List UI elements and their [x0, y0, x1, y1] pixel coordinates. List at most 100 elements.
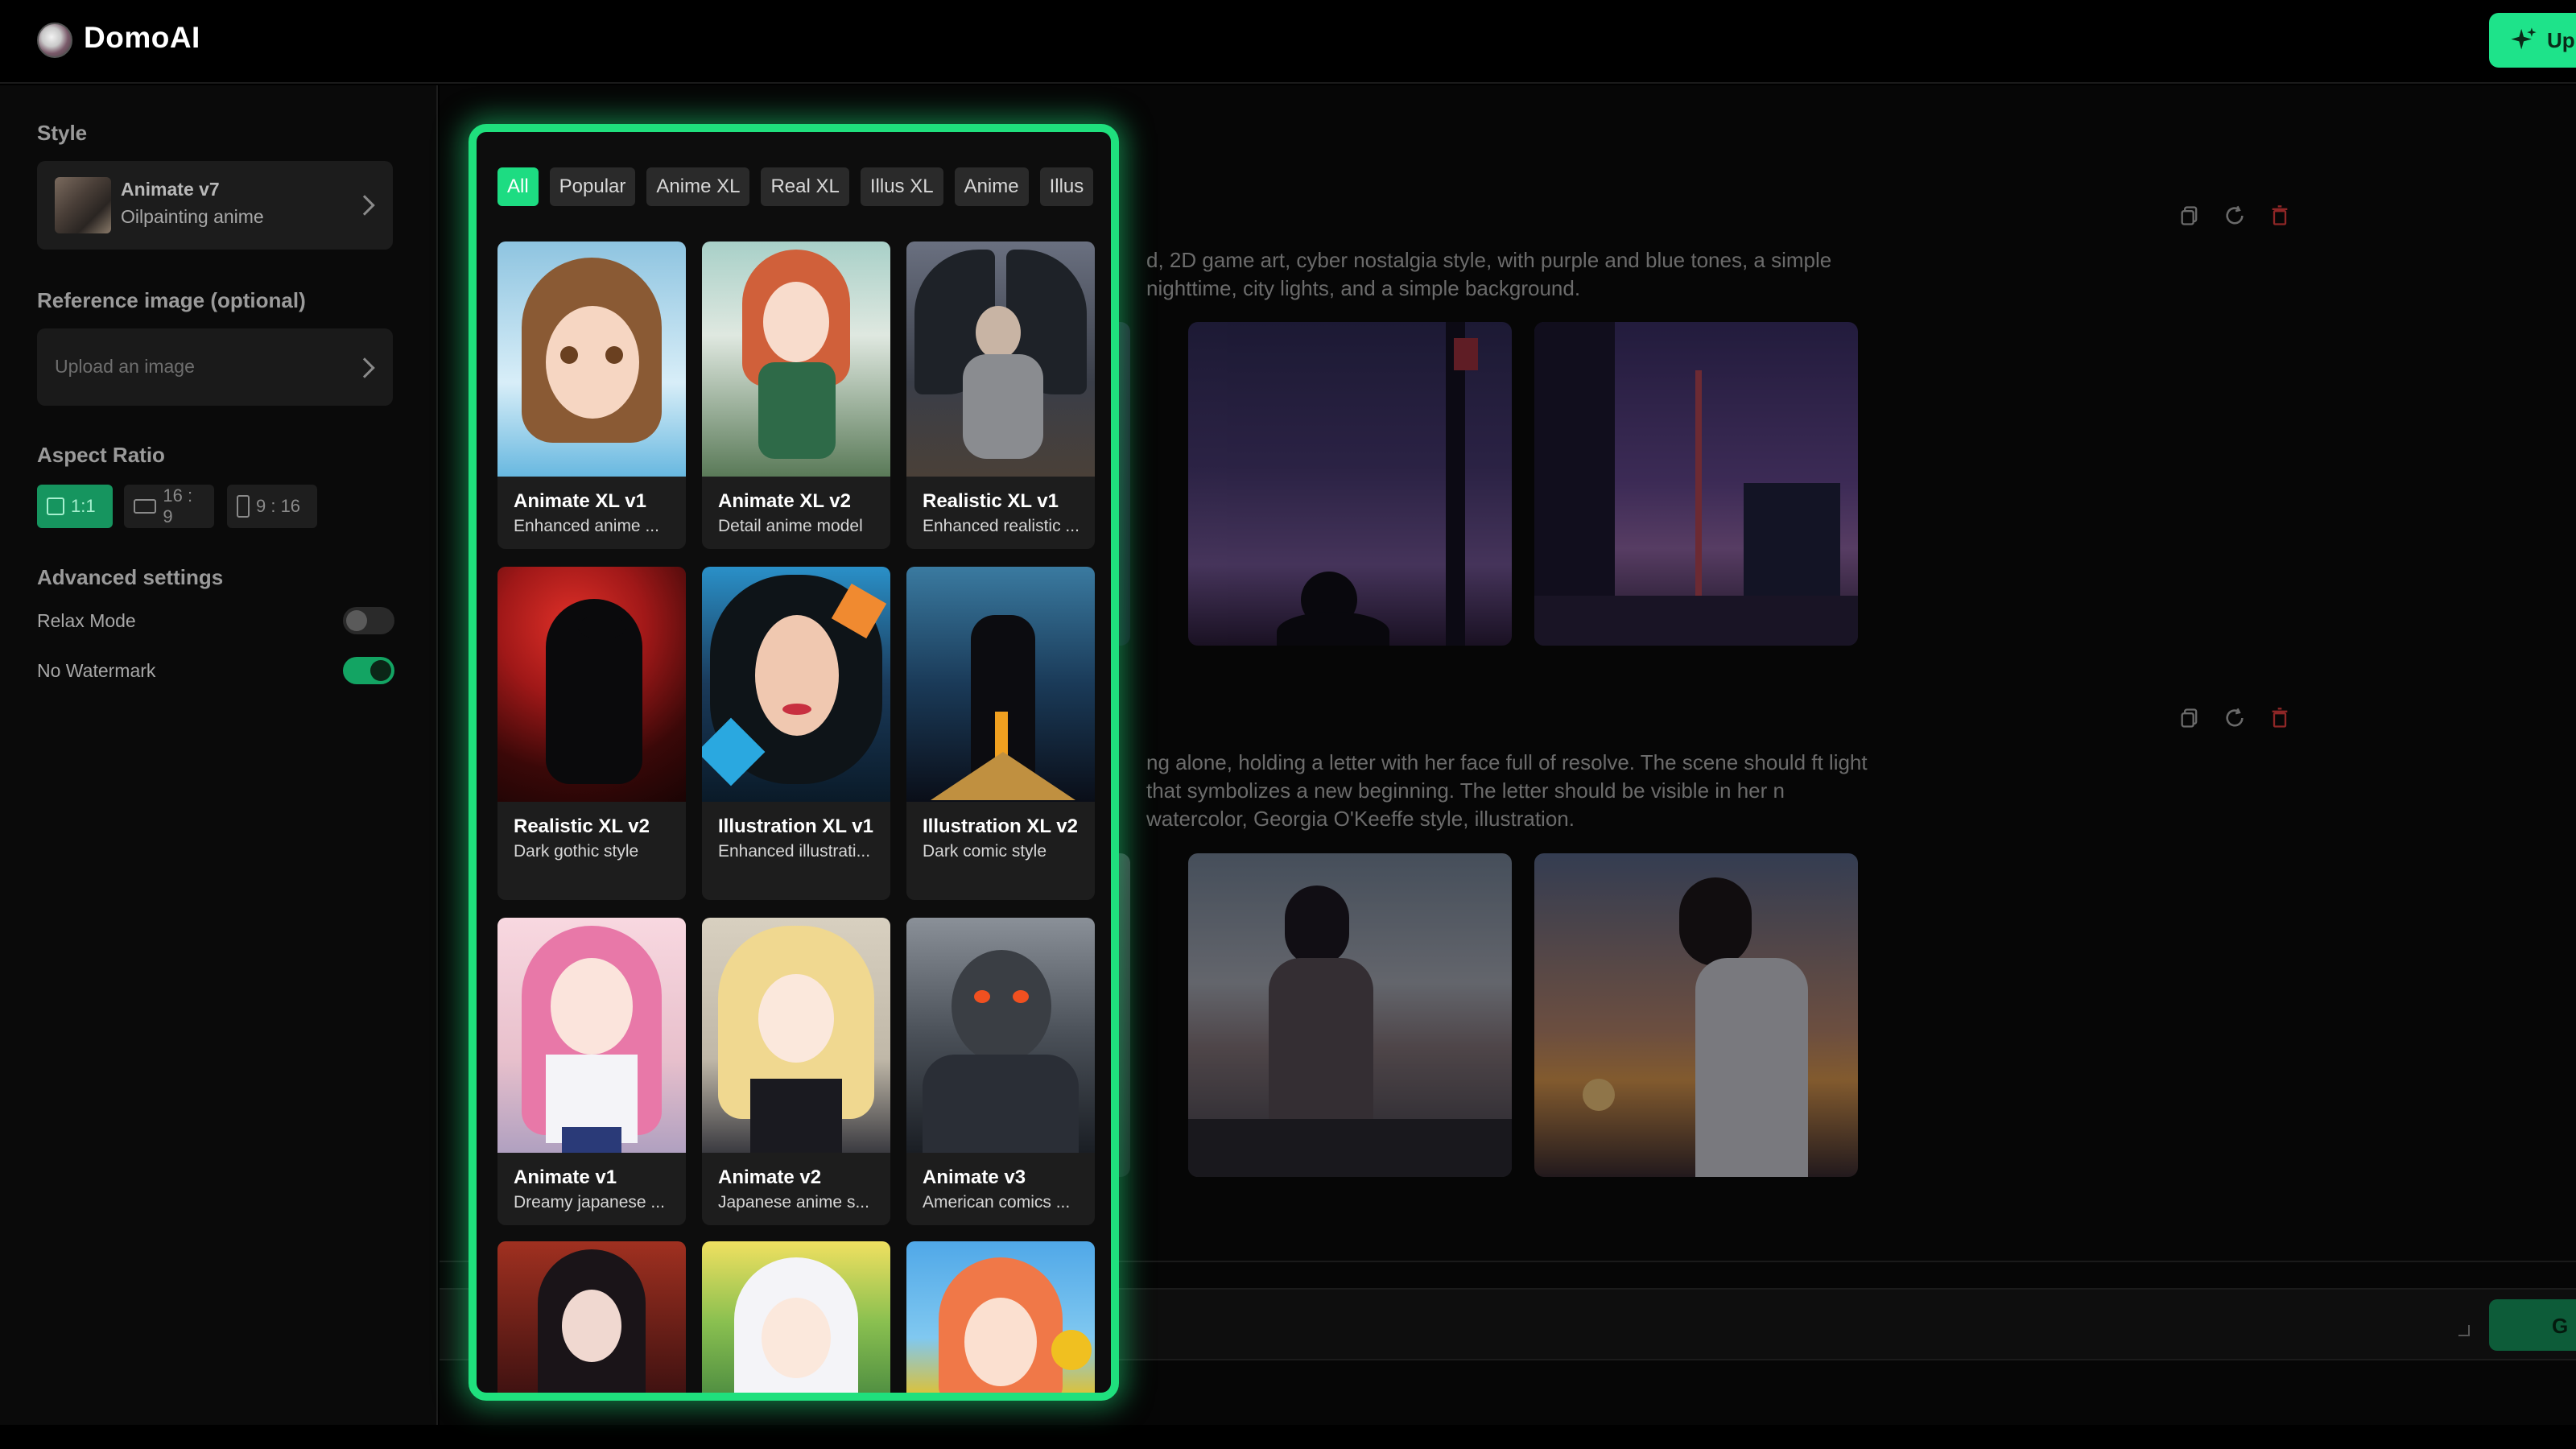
tab-illus[interactable]: Illus — [1039, 167, 1093, 206]
style-card-realistic-xl-v1[interactable]: Realistic XL v1 Enhanced realistic ... — [906, 242, 1095, 549]
no-watermark-toggle[interactable] — [343, 657, 394, 684]
style-preview — [702, 1241, 890, 1393]
row1-actions — [2178, 204, 2291, 227]
tab-anime-xl[interactable]: Anime XL — [646, 167, 750, 206]
style-card-animate-v2[interactable]: Animate v2 Japanese anime s... — [702, 918, 890, 1225]
style-preview — [497, 1241, 686, 1393]
tab-popular[interactable]: Popular — [549, 167, 636, 206]
copy-icon[interactable] — [2178, 204, 2201, 227]
style-card-animate-xl-v2[interactable]: Animate XL v2 Detail anime model — [702, 242, 890, 549]
style-title: Animate XL v2 — [718, 490, 851, 512]
delete-icon[interactable] — [2268, 204, 2291, 227]
style-card[interactable] — [906, 1241, 1095, 1393]
generate-button[interactable]: G — [2489, 1299, 2576, 1351]
style-desc: Enhanced anime ... — [514, 517, 659, 535]
row2-actions — [2178, 707, 2291, 729]
style-preview — [702, 918, 890, 1153]
result-image-girl-sunset[interactable] — [1534, 853, 1858, 1177]
style-preview — [906, 242, 1095, 477]
style-title: Animate XL v1 — [514, 490, 646, 512]
style-title: Realistic XL v1 — [923, 490, 1059, 512]
style-name: Animate v7 — [121, 179, 220, 200]
style-card-realistic-xl-v2[interactable]: Realistic XL v2 Dark gothic style — [497, 567, 686, 900]
ratio-label: 9 : 16 — [256, 496, 301, 516]
style-desc: Enhanced illustrati... — [718, 842, 871, 861]
no-watermark-label: No Watermark — [37, 660, 156, 681]
ratio-label: 1:1 — [71, 496, 96, 516]
style-preview — [702, 567, 890, 802]
upload-placeholder: Upload an image — [55, 356, 195, 377]
style-desc: American comics ... — [923, 1193, 1071, 1212]
chevron-right-icon — [354, 357, 375, 378]
tab-anime[interactable]: Anime — [954, 167, 1029, 206]
tab-illus-xl[interactable]: Illus XL — [860, 167, 943, 206]
style-card[interactable] — [497, 1241, 686, 1393]
tab-real-xl[interactable]: Real XL — [761, 167, 849, 206]
style-label: Style — [37, 121, 88, 145]
style-card-animate-v3[interactable]: Animate v3 American comics ... — [906, 918, 1095, 1225]
upload-image-button[interactable]: Upload an image — [37, 328, 393, 406]
style-preview — [497, 918, 686, 1153]
delete-icon[interactable] — [2268, 707, 2291, 729]
style-card[interactable] — [702, 1241, 890, 1393]
style-selector[interactable]: Animate v7 Oilpainting anime — [37, 161, 393, 250]
sparkle-icon — [2511, 27, 2537, 50]
prompt-text-1: d, 2D game art, cyber nostalgia style, w… — [1146, 248, 1832, 300]
style-picker-popup: All Popular Anime XL Real XL Illus XL Anime Il… — [469, 124, 1119, 1401]
ratio-1-1-button[interactable]: 1:1 — [37, 485, 113, 528]
style-title: Animate v1 — [514, 1166, 617, 1188]
style-preview — [906, 567, 1095, 802]
style-title: Realistic XL v2 — [514, 815, 650, 837]
reference-label: Reference image (optional) — [37, 288, 306, 312]
brand-name[interactable]: DomoAI — [84, 21, 200, 55]
style-subtitle: Oilpainting anime — [121, 206, 264, 227]
relax-mode-row: Relax Mode — [37, 605, 394, 638]
style-title: Animate v3 — [923, 1166, 1026, 1188]
style-preview — [906, 918, 1095, 1153]
style-desc: Dark gothic style — [514, 842, 639, 861]
style-category-tabs: All Popular Anime XL Real XL Illus XL Anime Il… — [497, 167, 1093, 206]
no-watermark-row: No Watermark — [37, 655, 394, 687]
style-desc: Dreamy japanese ... — [514, 1193, 665, 1212]
style-preview — [702, 242, 890, 477]
style-desc: Enhanced realistic ... — [923, 517, 1080, 535]
style-desc: Detail anime model — [718, 517, 863, 535]
result-image-tokyo-tower[interactable] — [1534, 322, 1858, 646]
style-preview — [906, 1241, 1095, 1393]
regenerate-icon[interactable] — [2223, 204, 2246, 227]
ratio-16-9-button[interactable]: 16 : 9 — [124, 485, 214, 528]
style-card-animate-v1[interactable]: Animate v1 Dreamy japanese ... — [497, 918, 686, 1225]
style-card-illustration-xl-v2[interactable]: Illustration XL v2 Dark comic style — [906, 567, 1095, 900]
prompt-text-2: ng alone, holding a letter with her face… — [1146, 750, 1868, 831]
style-thumbnail — [55, 177, 111, 233]
tab-all[interactable]: All — [497, 167, 539, 206]
style-title: Illustration XL v2 — [923, 815, 1078, 837]
copy-icon[interactable] — [2178, 707, 2201, 729]
upgrade-label: Up — [2547, 27, 2575, 52]
advanced-settings-label: Advanced settings — [37, 565, 224, 589]
style-preview — [497, 242, 686, 477]
ratio-label: 16 : 9 — [163, 485, 193, 526]
style-desc: Dark comic style — [923, 842, 1047, 861]
resize-handle-icon[interactable] — [2458, 1325, 2470, 1336]
style-card-animate-xl-v1[interactable]: Animate XL v1 Enhanced anime ... — [497, 242, 686, 549]
style-preview — [497, 567, 686, 802]
top-bar: DomoAI Up — [0, 0, 2576, 84]
result-image-city-silhouette[interactable] — [1188, 322, 1512, 646]
aspect-ratio-label: Aspect Ratio — [37, 443, 165, 467]
regenerate-icon[interactable] — [2223, 707, 2246, 729]
landscape-icon — [134, 499, 157, 514]
style-title: Animate v2 — [718, 1166, 822, 1188]
square-icon — [47, 497, 64, 515]
result-image-girl-coat[interactable] — [1188, 853, 1512, 1177]
portrait-icon — [237, 495, 250, 518]
style-desc: Japanese anime s... — [718, 1193, 869, 1212]
upgrade-button[interactable]: Up — [2489, 13, 2576, 68]
domoai-logo-icon[interactable] — [37, 23, 72, 58]
settings-sidebar: Style Animate v7 Oilpainting anime Refer… — [0, 85, 438, 1425]
relax-mode-toggle[interactable] — [343, 607, 394, 634]
style-title: Illustration XL v1 — [718, 815, 873, 837]
chevron-right-icon — [354, 195, 375, 216]
style-card-illustration-xl-v1[interactable]: Illustration XL v1 Enhanced illustrati..… — [702, 567, 890, 900]
ratio-9-16-button[interactable]: 9 : 16 — [227, 485, 317, 528]
